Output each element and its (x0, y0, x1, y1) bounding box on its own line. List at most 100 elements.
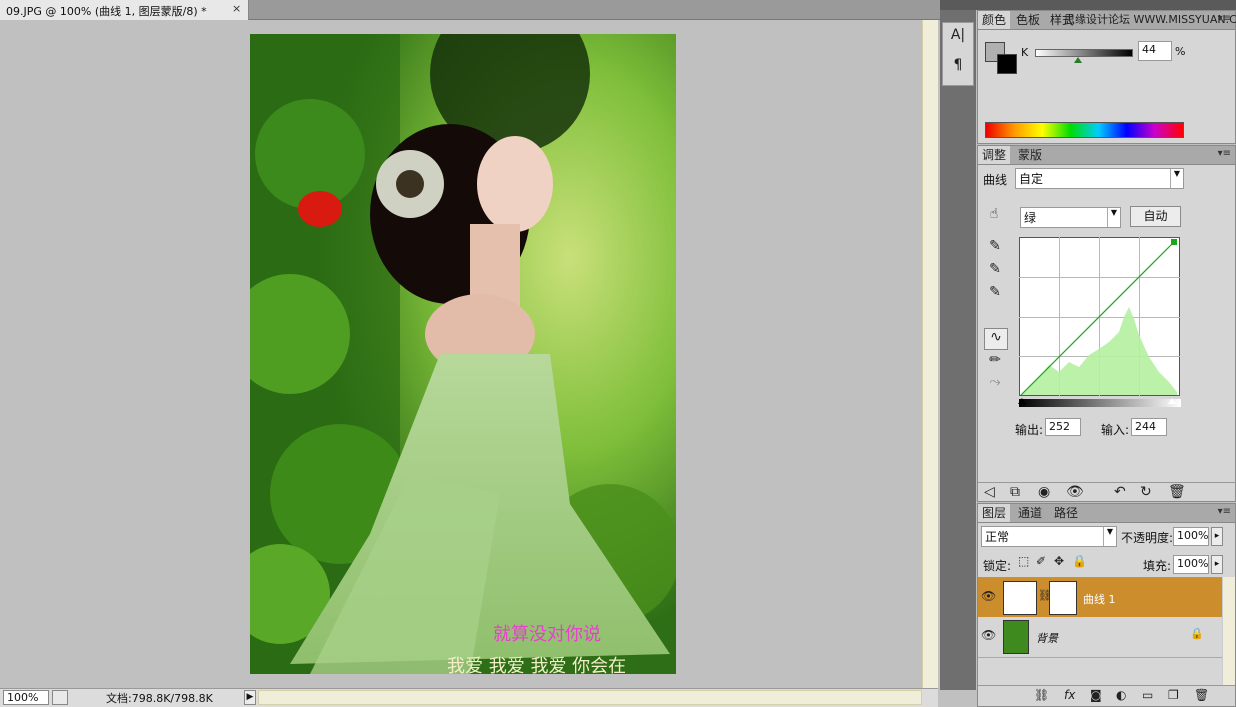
chevron-down-icon[interactable]: ▼ (1170, 169, 1183, 188)
tab-paths[interactable]: 路径 (1050, 504, 1082, 522)
chevron-down-icon[interactable]: ▼ (1103, 527, 1116, 546)
on-image-adjust-icon[interactable]: ☝ (984, 206, 1004, 222)
k-value-input[interactable]: 44 (1138, 41, 1172, 61)
new-layer-icon[interactable]: ❐ (1168, 688, 1179, 702)
lock-position-icon[interactable]: ✥ (1054, 554, 1064, 568)
layer-mask-thumbnail[interactable] (1049, 581, 1077, 615)
panel-menu-icon[interactable]: ▾≡ (1218, 13, 1231, 24)
white-point-slider[interactable] (1168, 398, 1176, 404)
channel-value: 绿 (1024, 211, 1037, 225)
character-icon[interactable]: A| (943, 27, 973, 43)
pencil-draw-icon[interactable]: ✏ (986, 352, 1004, 368)
percent-unit: % (1175, 45, 1186, 58)
vertical-scrollbar[interactable] (922, 20, 938, 688)
group-icon[interactable]: ▭ (1142, 688, 1153, 702)
trash-icon[interactable]: 🗑 (1168, 484, 1186, 500)
back-arrow-icon[interactable]: ◁ (984, 484, 995, 500)
tab-masks[interactable]: 蒙版 (1014, 146, 1046, 164)
smooth-curve-icon[interactable]: ⤳ (986, 374, 1004, 390)
blend-mode-select[interactable]: 正常 ▼ (981, 526, 1117, 547)
document-tab[interactable]: 09.JPG @ 100% (曲线 1, 图层蒙版/8) * × (0, 0, 249, 20)
output-input[interactable]: 252 (1045, 418, 1081, 436)
lyric-line-1: 就算没对你说 (493, 624, 601, 645)
color-panel-tabs: 颜色 色板 样式 思缘设计论坛 WWW.MISSYUAN.COM ▾≡ (978, 11, 1236, 30)
tab-channels[interactable]: 通道 (1014, 504, 1046, 522)
layer-name-background[interactable]: 背景 (1036, 630, 1058, 646)
layer-name-curves[interactable]: 曲线 1 (1083, 591, 1116, 607)
lock-image-icon[interactable]: ✐ (1036, 554, 1046, 568)
document-tab-title: 09.JPG @ 100% (曲线 1, 图层蒙版/8) * (6, 5, 207, 18)
channel-label: K (1021, 46, 1029, 59)
fx-icon[interactable]: fx (1064, 688, 1075, 702)
trash-icon[interactable]: 🗑 (1194, 688, 1209, 702)
preset-select[interactable]: 自定 ▼ (1015, 168, 1184, 189)
reset-icon[interactable]: ↻ (1140, 484, 1152, 500)
opacity-slider-toggle[interactable]: ▸ (1211, 527, 1223, 546)
layers-panel: 图层 通道 路径 ▾≡ 正常 ▼ 不透明度: 100% ▸ 锁定: ⬚ ✐ ✥ … (977, 503, 1236, 707)
adjustments-panel: 调整 蒙版 ▾≡ 曲线 自定 ▼ ☝ 绿 ▼ 自动 ✎ ✎ ✎ ∿ ✏ ⤳ 输出… (977, 145, 1236, 502)
fill-label: 填充: (1143, 559, 1172, 573)
curve-point-tool-icon[interactable]: ∿ (984, 328, 1008, 350)
collapsed-panel-icons: A| ¶ (942, 22, 974, 86)
layer-row-curves[interactable]: 👁 ⛓ 曲线 1 (978, 577, 1222, 619)
black-point-slider[interactable] (1018, 398, 1026, 404)
clip-to-layer-icon[interactable]: ⧉ (1010, 484, 1020, 500)
horizontal-scrollbar[interactable] (258, 690, 922, 705)
document-photo[interactable]: 就算没对你说 我爱 我爱 我爱 你会在 (250, 34, 676, 674)
tab-swatches[interactable]: 色板 (1012, 11, 1044, 29)
collapsed-panel-strip (940, 10, 976, 690)
panel-menu-icon[interactable]: ▾≡ (1218, 148, 1231, 159)
panel-menu-icon[interactable]: ▾≡ (1218, 506, 1231, 517)
curves-graph[interactable] (1019, 237, 1181, 397)
zoom-options-icon[interactable] (52, 690, 68, 705)
layers-footer: ⛓ fx ◙ ◐ ▭ ❐ 🗑 (978, 685, 1235, 707)
close-tab-icon[interactable]: × (232, 2, 241, 15)
paragraph-icon[interactable]: ¶ (943, 57, 973, 73)
eye-icon[interactable]: 👁 (981, 628, 996, 642)
layers-scrollbar[interactable] (1222, 577, 1235, 685)
link-icon[interactable]: ⛓ (1034, 688, 1049, 702)
background-color-swatch[interactable] (997, 54, 1017, 74)
input-gradient-bar (1019, 399, 1181, 407)
color-panel: 颜色 色板 样式 思缘设计论坛 WWW.MISSYUAN.COM ▾≡ K 44… (977, 10, 1236, 144)
lock-label: 锁定: (983, 559, 1012, 573)
chevron-down-icon[interactable]: ▼ (1107, 208, 1120, 227)
zoom-field[interactable]: 100% (3, 690, 49, 705)
eye-icon[interactable]: 👁 (1066, 484, 1084, 500)
lock-all-icon[interactable]: 🔒 (1072, 554, 1087, 568)
tab-color[interactable]: 颜色 (978, 11, 1011, 29)
mask-icon[interactable]: ◙ (1090, 688, 1102, 702)
k-slider-track[interactable] (1035, 49, 1133, 57)
gray-point-eyedropper-icon[interactable]: ✎ (986, 261, 1004, 277)
eye-icon[interactable]: 👁 (981, 589, 996, 603)
black-point-eyedropper-icon[interactable]: ✎ (986, 238, 1004, 254)
fill-slider-toggle[interactable]: ▸ (1211, 555, 1223, 574)
adjustments-panel-tabs: 调整 蒙版 ▾≡ (978, 146, 1235, 165)
panel-dock-header (940, 0, 1236, 10)
opacity-input[interactable]: 100% (1173, 527, 1209, 546)
white-point-eyedropper-icon[interactable]: ✎ (986, 284, 1004, 300)
status-menu-arrow-icon[interactable]: ▶ (244, 690, 256, 705)
layer-row-background[interactable]: 👁 背景 🔒 (978, 617, 1222, 658)
k-slider-thumb[interactable] (1074, 57, 1082, 63)
adjustment-icon[interactable]: ◐ (1116, 688, 1126, 702)
auto-button[interactable]: 自动 (1130, 206, 1181, 227)
fill-input[interactable]: 100% (1173, 555, 1209, 574)
adjustments-footer: ◁ ⧉ ◉ 👁 ↶ ↻ 🗑 (978, 482, 1235, 503)
preset-value: 自定 (1019, 172, 1044, 186)
color-ramp[interactable] (985, 122, 1184, 138)
curves-adjustment-thumbnail (1003, 581, 1037, 615)
channel-select[interactable]: 绿 ▼ (1020, 207, 1121, 228)
tab-layers[interactable]: 图层 (978, 504, 1011, 522)
tab-adjustments[interactable]: 调整 (978, 146, 1011, 164)
curve-point[interactable] (1171, 239, 1177, 245)
input-label: 输入: (1101, 423, 1130, 437)
visibility-toggle-icon[interactable]: ◉ (1038, 484, 1050, 500)
photo-image (250, 34, 676, 674)
lyric-line-2: 我爱 我爱 我爱 你会在 (447, 656, 627, 674)
view-previous-icon[interactable]: ↶ (1114, 484, 1126, 500)
input-input[interactable]: 244 (1131, 418, 1167, 436)
adjustment-type-label: 曲线 (983, 173, 1008, 187)
lock-transparent-icon[interactable]: ⬚ (1018, 554, 1029, 568)
lock-icon: 🔒 (1190, 627, 1204, 640)
